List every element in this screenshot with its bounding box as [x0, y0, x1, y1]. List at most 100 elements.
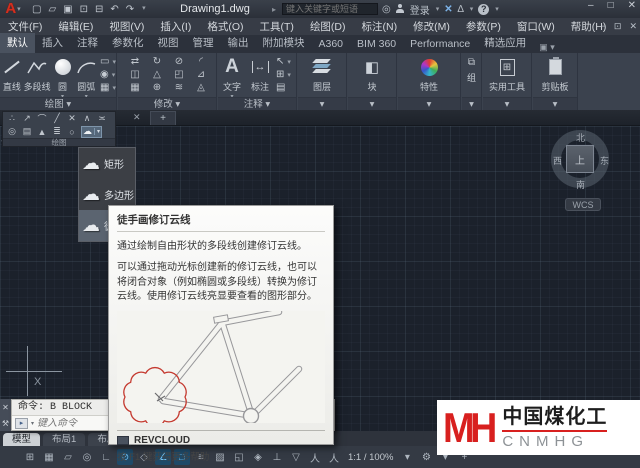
properties-button[interactable]: 特性: [401, 53, 457, 93]
new-drawing-tab-button[interactable]: +: [150, 111, 176, 125]
close-button[interactable]: ✕: [628, 0, 636, 11]
layer-properties-button[interactable]: 图层: [299, 53, 345, 93]
rotate-icon[interactable]: ↻: [146, 56, 168, 69]
construction-line-icon[interactable]: ∴: [5, 113, 19, 124]
help-icon[interactable]: ?: [478, 4, 489, 15]
panel-title-group[interactable]: ▾: [462, 97, 481, 110]
ribbon-tab-bim360[interactable]: BIM 360: [350, 36, 403, 53]
exchange-apps-icon[interactable]: ✕: [444, 4, 452, 15]
region-icon[interactable]: ≍: [95, 113, 109, 124]
undo-icon[interactable]: ↶: [110, 4, 118, 15]
help-search-input[interactable]: [282, 3, 378, 15]
ribbon-tab-featured-apps[interactable]: 精选应用: [477, 33, 533, 53]
command-options-icon[interactable]: ▾: [31, 420, 34, 427]
menu-window[interactable]: 窗口(W): [509, 19, 563, 34]
wcs-selector[interactable]: WCS: [565, 198, 601, 211]
revision-cloud-dropdown-icon[interactable]: ▾: [94, 128, 100, 135]
file-tab-close-icon[interactable]: ✕: [133, 112, 141, 123]
panel-title-clipboard[interactable]: ▾: [533, 97, 577, 110]
mirror-icon[interactable]: △: [146, 69, 168, 82]
paste-button[interactable]: 剪贴板: [534, 53, 576, 93]
fillet-icon[interactable]: ◜: [190, 56, 212, 69]
sign-in-label[interactable]: 登录: [410, 2, 430, 17]
leader-button[interactable]: ↖▾: [276, 55, 291, 68]
boundary-icon[interactable]: ≣: [50, 126, 64, 137]
scale-dropdown-icon[interactable]: ▾: [399, 449, 415, 465]
minimize-button[interactable]: –: [588, 0, 594, 11]
scale-icon[interactable]: ⊿: [190, 69, 212, 82]
ribbon-tab-addins[interactable]: 附加模块: [256, 33, 312, 53]
annotation-scale-label[interactable]: 1:1 / 100%: [348, 452, 393, 463]
insert-block-button[interactable]: ◧ 块: [349, 53, 395, 93]
ribbon-tab-manage[interactable]: 管理: [186, 33, 221, 53]
move-icon[interactable]: ⇄: [124, 56, 146, 69]
save-icon[interactable]: ▣: [63, 4, 72, 15]
ribbon-tab-view[interactable]: 视图: [151, 33, 186, 53]
array-icon[interactable]: ▦: [124, 82, 146, 95]
flyout-item-rectangular[interactable]: ☁ 矩形: [79, 148, 135, 179]
ray-icon[interactable]: ↗: [20, 113, 34, 124]
stretch-icon[interactable]: ◰: [168, 69, 190, 82]
panel-title-modify[interactable]: 修改 ▾: [118, 97, 216, 110]
grid-display-icon[interactable]: ⊞: [22, 449, 38, 465]
ribbon-tab-home[interactable]: 默认: [0, 33, 35, 53]
donut-icon[interactable]: ◎: [5, 126, 19, 137]
explode-icon[interactable]: ◬: [190, 82, 212, 95]
rectangle-button[interactable]: ▭▾: [100, 55, 116, 68]
ribbon-tab-a360[interactable]: A360: [312, 36, 351, 53]
ribbon-display-toggle-icon[interactable]: ▣ ▾: [539, 42, 555, 53]
panel-title-block[interactable]: ▾: [348, 97, 396, 110]
panel-title-utilities[interactable]: ▾: [483, 97, 531, 110]
hatch-button[interactable]: ▦▾: [100, 81, 116, 94]
maximize-button[interactable]: □: [608, 0, 614, 11]
viewcube-north-label[interactable]: 北: [576, 131, 585, 144]
menu-tools[interactable]: 工具(T): [252, 19, 302, 34]
ortho-mode-icon[interactable]: ∟: [98, 449, 114, 465]
annotation-extra-button[interactable]: ▤: [276, 81, 291, 94]
polyline-button[interactable]: 多段线: [24, 53, 51, 93]
ribbon-tab-annotate[interactable]: 注释: [70, 33, 105, 53]
infer-constraints-icon[interactable]: ▱: [60, 449, 76, 465]
text-button[interactable]: A 文字 ▾: [218, 53, 246, 100]
dynamic-input-icon[interactable]: ◎: [79, 449, 95, 465]
panel-title-draw[interactable]: 绘图 ▾: [0, 97, 116, 110]
tab-model[interactable]: 模型: [3, 433, 40, 446]
recent-commands-icon[interactable]: ▸: [15, 418, 28, 429]
ribbon-tab-insert[interactable]: 插入: [35, 33, 70, 53]
line-button[interactable]: 直线: [0, 53, 24, 93]
panel-title-annotate[interactable]: 注释 ▾: [218, 97, 296, 110]
xline-icon[interactable]: ╱: [50, 113, 64, 124]
table-button[interactable]: ⊞▾: [276, 68, 291, 81]
command-customize-icon[interactable]: ⚒: [2, 419, 9, 428]
gradient-icon[interactable]: ▲: [35, 127, 49, 137]
ellipse-button[interactable]: ◉▾: [100, 68, 116, 81]
erase-icon[interactable]: ≋: [168, 82, 190, 95]
tab-layout1[interactable]: 布局1: [43, 433, 85, 446]
divide-icon[interactable]: ✕: [65, 113, 79, 124]
menu-parametric[interactable]: 参数(P): [458, 19, 509, 34]
ribbon-tab-parametric[interactable]: 参数化: [105, 33, 151, 53]
qat-customize-icon[interactable]: ▾: [142, 4, 146, 15]
signin-dropdown-icon[interactable]: ▾: [436, 5, 440, 13]
ribbon-tab-performance[interactable]: Performance: [403, 36, 477, 53]
redo-icon[interactable]: ↷: [126, 4, 134, 15]
workspace-gear-icon[interactable]: ⚙: [418, 449, 434, 465]
menu-draw[interactable]: 绘图(D): [302, 19, 354, 34]
help-dropdown-icon[interactable]: ▾: [495, 5, 499, 13]
doc-close-button[interactable]: ✕: [629, 21, 637, 32]
revision-cloud-button[interactable]: ☁ ▾: [81, 126, 102, 138]
trim-icon[interactable]: ⊘: [168, 56, 190, 69]
snap-mode-icon[interactable]: ▦: [41, 449, 57, 465]
quickcalc-button[interactable]: ⊞ 实用工具: [484, 53, 530, 93]
spline-icon[interactable]: ⌒: [35, 112, 49, 125]
command-close-icon[interactable]: ✕: [2, 403, 9, 412]
search-expand-icon[interactable]: ▸: [272, 5, 276, 14]
dimension-button[interactable]: ↔ 标注: [246, 53, 274, 93]
menu-file[interactable]: 文件(F): [0, 19, 50, 34]
doc-restore-button[interactable]: ⊡: [614, 21, 622, 32]
group-icon[interactable]: ⧉: [468, 57, 475, 68]
ellipse-tool-icon[interactable]: ○: [65, 127, 79, 137]
ribbon-tab-output[interactable]: 输出: [221, 33, 256, 53]
a360-dropdown-icon[interactable]: ▾: [470, 5, 474, 13]
menu-edit[interactable]: 编辑(E): [50, 19, 101, 34]
